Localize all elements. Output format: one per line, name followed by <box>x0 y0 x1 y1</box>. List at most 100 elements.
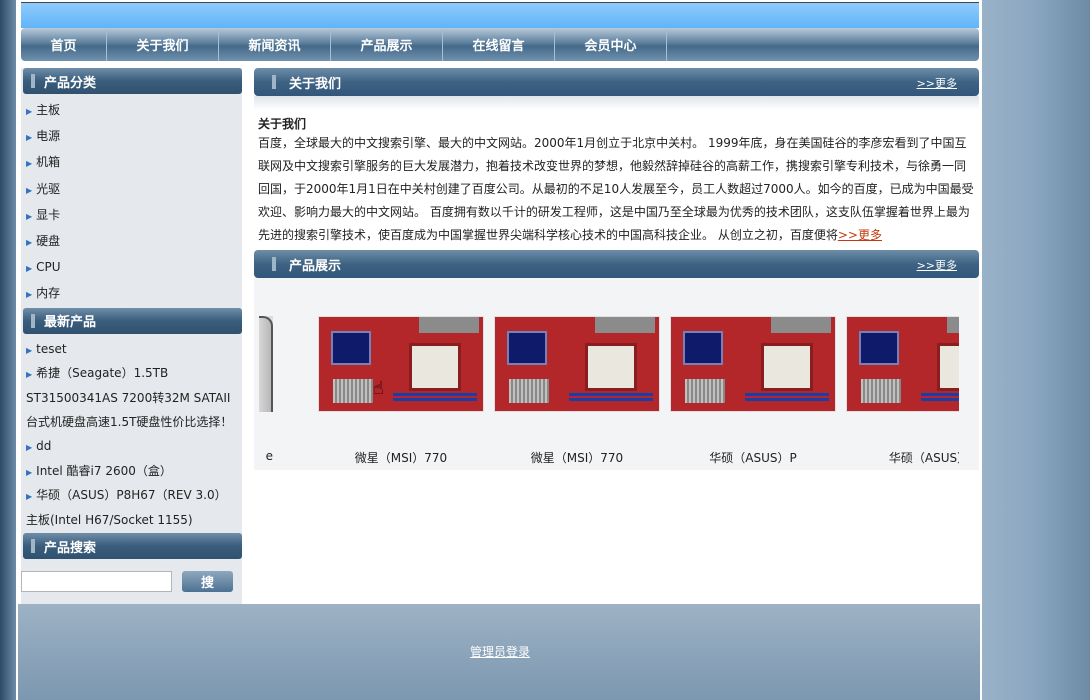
main-nav: 首页 关于我们 新闻资讯 产品展示 在线留言 会员中心 <box>21 28 979 61</box>
bullet-icon: ▶ <box>26 290 33 300</box>
product-image[interactable] <box>318 316 484 412</box>
category-item[interactable]: ▶ 内存 <box>26 281 242 307</box>
category-item[interactable]: ▶ 主板 <box>26 98 242 124</box>
nav-item-news[interactable]: 新闻资讯 <box>219 28 331 61</box>
products-more-link[interactable]: >>更多 <box>917 257 957 273</box>
bullet-icon: ▶ <box>26 211 33 221</box>
category-list: ▶ 主板 ▶ 电源 ▶ 机箱 ▶ 光驱 ▶ 显卡 ▶ 硬盘 ▶ CPU ▶ 内存 <box>21 94 242 308</box>
product-name[interactable]: 微星（MSI）770 <box>318 449 484 466</box>
search-title: 产品搜索 <box>44 540 97 556</box>
bullet-icon: ▶ <box>26 185 33 195</box>
board-heatsink-icon <box>861 379 901 403</box>
main-content: 关于我们 >>更多 关于我们 百度，全球最大的中文搜索引擎、最大的中文网站。20… <box>254 68 979 470</box>
top-banner <box>21 2 979 28</box>
about-body: 百度，全球最大的中文搜索引擎、最大的中文网站。2000年1月创立于北京中关村。 … <box>258 136 974 242</box>
bullet-icon: ▶ <box>26 370 33 380</box>
category-item[interactable]: ▶ 硬盘 <box>26 229 242 255</box>
product-card[interactable]: 微星（MSI）770 <box>318 316 484 466</box>
product-card[interactable]: e <box>259 316 273 463</box>
about-header-title: 关于我们 <box>289 76 342 92</box>
latest-item[interactable]: ▶ dd <box>26 435 242 460</box>
product-image[interactable] <box>259 316 273 412</box>
latest-item[interactable]: ▶ teset <box>26 338 242 363</box>
hdd-image-icon <box>259 316 273 412</box>
category-item[interactable]: ▶ 电源 <box>26 124 242 150</box>
nav-item-home[interactable]: 首页 <box>21 28 107 61</box>
header-bar-icon <box>272 75 276 89</box>
products-header-title: 产品展示 <box>289 258 342 274</box>
header-bar-icon <box>31 74 35 88</box>
board-ports-icon <box>419 317 479 333</box>
product-image[interactable] <box>846 316 959 412</box>
board-slots-icon <box>745 393 829 403</box>
board-heatsink-icon <box>333 379 373 403</box>
latest-item[interactable]: ▶ 华硕（ASUS）P8H67（REV 3.0）主板(Intel H67/Sock… <box>26 484 242 533</box>
bullet-icon: ▶ <box>26 345 33 355</box>
hand-cursor-icon: ☝ <box>373 378 384 399</box>
bullet-icon: ▶ <box>26 467 33 477</box>
bullet-icon: ▶ <box>26 264 33 274</box>
nav-item-about[interactable]: 关于我们 <box>107 28 219 61</box>
header-bar-icon <box>272 257 276 271</box>
latest-list: ▶ teset ▶ 希捷（Seagate）1.5TB ST31500341AS 72… <box>21 334 242 533</box>
product-name[interactable]: 华硕（ASUS）P <box>670 449 836 466</box>
category-title: 产品分类 <box>44 75 97 91</box>
board-slots-icon <box>569 393 653 403</box>
board-chip-icon <box>331 331 371 365</box>
product-card[interactable]: 华硕（ASUS）P <box>670 316 836 466</box>
nav-item-member[interactable]: 会员中心 <box>555 28 667 61</box>
about-inline-more-link[interactable]: >>更多 <box>838 228 882 242</box>
header-bar-icon <box>31 539 35 553</box>
category-header: 产品分类 <box>23 68 242 94</box>
latest-header: 最新产品 <box>23 307 242 334</box>
nav-item-products[interactable]: 产品展示 <box>331 28 443 61</box>
board-chip-icon <box>683 331 723 365</box>
bullet-icon: ▶ <box>26 133 33 143</box>
board-slots-icon <box>921 393 959 403</box>
search-box: 搜 <box>21 559 242 592</box>
latest-item[interactable]: ▶ 希捷（Seagate）1.5TB ST31500341AS 7200转32M … <box>26 362 242 434</box>
bullet-icon: ▶ <box>26 159 33 169</box>
about-more-link[interactable]: >>更多 <box>917 75 957 91</box>
board-socket-icon <box>937 343 959 391</box>
board-socket-icon <box>761 343 813 391</box>
category-item[interactable]: ▶ 光驱 <box>26 177 242 203</box>
product-name[interactable]: e <box>259 449 273 463</box>
category-item[interactable]: ▶ CPU <box>26 255 242 281</box>
search-header: 产品搜索 <box>23 533 242 559</box>
bullet-icon: ▶ <box>26 442 33 452</box>
board-socket-icon <box>409 343 461 391</box>
sidebar: 产品分类 ▶ 主板 ▶ 电源 ▶ 机箱 ▶ 光驱 ▶ 显卡 ▶ 硬盘 ▶ CPU ▶ 内存 最新… <box>21 68 242 604</box>
product-card[interactable]: 华硕（ASUS） <box>846 316 959 466</box>
products-header: 产品展示 >>更多 <box>254 250 979 278</box>
board-chip-icon <box>859 331 899 365</box>
latest-item[interactable]: ▶ Intel 酷睿i7 2600（盒） <box>26 460 242 485</box>
board-slots-icon <box>393 393 477 403</box>
product-name[interactable]: 微星（MSI）770 <box>494 449 660 466</box>
product-name[interactable]: 华硕（ASUS） <box>846 449 959 466</box>
about-title: 关于我们 <box>258 117 307 131</box>
board-ports-icon <box>595 317 655 333</box>
category-item[interactable]: ▶ 机箱 <box>26 150 242 176</box>
category-item[interactable]: ▶ 显卡 <box>26 203 242 229</box>
product-carousel: e 微星（MSI）770 微星（MSI）770 华硕（ASUS）P 华硕（ASU… <box>259 316 959 496</box>
board-ports-icon <box>771 317 831 333</box>
board-heatsink-icon <box>685 379 725 403</box>
search-input[interactable] <box>21 571 172 592</box>
about-section: 关于我们 百度，全球最大的中文搜索引擎、最大的中文网站。2000年1月创立于北京… <box>254 96 979 250</box>
header-bar-icon <box>31 313 35 328</box>
search-button[interactable]: 搜 <box>182 571 233 592</box>
bullet-icon: ▶ <box>26 238 33 248</box>
product-image[interactable] <box>670 316 836 412</box>
bullet-icon: ▶ <box>26 492 33 502</box>
board-ports-icon <box>947 317 959 333</box>
board-heatsink-icon <box>509 379 549 403</box>
product-image[interactable] <box>494 316 660 412</box>
product-card[interactable]: 微星（MSI）770 <box>494 316 660 466</box>
nav-item-guestbook[interactable]: 在线留言 <box>443 28 555 61</box>
about-header: 关于我们 >>更多 <box>254 68 979 96</box>
bullet-icon: ▶ <box>26 107 33 116</box>
admin-login-link[interactable]: 管理员登录 <box>470 643 530 660</box>
latest-title: 最新产品 <box>44 315 97 331</box>
board-chip-icon <box>507 331 547 365</box>
